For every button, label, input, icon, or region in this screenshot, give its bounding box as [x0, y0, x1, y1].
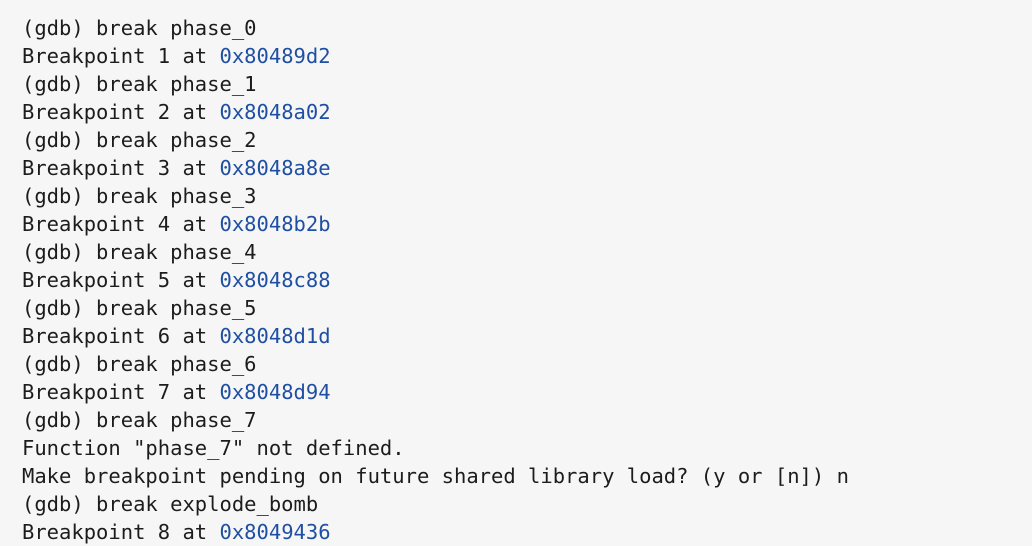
breakpoint-address: 0x8048d94	[219, 380, 331, 404]
breakpoint-output-line: Breakpoint 2 at 0x8048a02	[22, 98, 1032, 126]
breakpoint-output-line: Breakpoint 8 at 0x8049436	[22, 518, 1032, 546]
gdb-command-line: (gdb) break phase_4	[22, 240, 257, 264]
breakpoint-address: 0x8048d1d	[219, 324, 331, 348]
gdb-command-line: (gdb) break phase_2	[22, 128, 257, 152]
breakpoint-output-line: Breakpoint 4 at 0x8048b2b	[22, 210, 1032, 238]
breakpoint-output-line: Breakpoint 1 at 0x80489d2	[22, 42, 1032, 70]
gdb-terminal-output[interactable]: (gdb) break phase_0 Breakpoint 1 at 0x804…	[0, 0, 1032, 546]
breakpoint-output-line: Breakpoint 6 at 0x8048d1d	[22, 322, 1032, 350]
breakpoint-label: Breakpoint 6 at	[22, 324, 220, 348]
breakpoint-label: Breakpoint 3 at	[22, 156, 220, 180]
breakpoint-address: 0x8048a02	[219, 100, 331, 124]
breakpoint-output-line: Breakpoint 5 at 0x8048c88	[22, 266, 1032, 294]
gdb-command-line: (gdb) break phase_3	[22, 184, 257, 208]
gdb-command-line: (gdb) break phase_6	[22, 352, 257, 376]
gdb-command-line: (gdb) break phase_0	[22, 16, 257, 40]
gdb-command-line: (gdb) break phase_5	[22, 296, 257, 320]
breakpoint-address: 0x8048b2b	[219, 212, 331, 236]
breakpoint-address: 0x80489d2	[219, 44, 331, 68]
gdb-message-line: Make breakpoint pending on future shared…	[22, 464, 849, 488]
breakpoint-label: Breakpoint 7 at	[22, 380, 220, 404]
gdb-message-line: Function "phase_7" not defined.	[22, 436, 405, 460]
breakpoint-label: Breakpoint 2 at	[22, 100, 220, 124]
gdb-command-line: (gdb) break phase_7	[22, 408, 257, 432]
breakpoint-address: 0x8048c88	[219, 268, 331, 292]
breakpoint-address: 0x8048a8e	[219, 156, 331, 180]
breakpoint-output-line: Breakpoint 3 at 0x8048a8e	[22, 154, 1032, 182]
breakpoint-label: Breakpoint 5 at	[22, 268, 220, 292]
gdb-command-line: (gdb) break phase_1	[22, 72, 257, 96]
breakpoint-label: Breakpoint 4 at	[22, 212, 220, 236]
breakpoint-address: 0x8049436	[219, 520, 331, 544]
breakpoint-label: Breakpoint 8 at	[22, 520, 220, 544]
breakpoint-output-line: Breakpoint 7 at 0x8048d94	[22, 378, 1032, 406]
gdb-command-line: (gdb) break explode_bomb	[22, 492, 319, 516]
breakpoint-label: Breakpoint 1 at	[22, 44, 220, 68]
